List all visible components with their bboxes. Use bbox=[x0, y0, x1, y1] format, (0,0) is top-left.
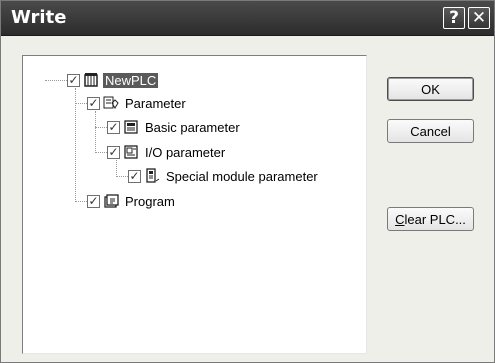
cancel-button[interactable]: Cancel bbox=[387, 119, 474, 143]
tree-item-label: Special module parameter bbox=[166, 168, 318, 184]
clear-plc-mnemonic: C bbox=[395, 211, 405, 227]
tree-connector bbox=[75, 201, 87, 202]
clear-plc-label: lear PLC... bbox=[404, 211, 466, 227]
write-dialog: Write ? ✕ ✓ NewPLC ✓ Parameter ✓ Basic p… bbox=[0, 0, 495, 363]
tree-connector bbox=[75, 103, 87, 104]
title-bar[interactable]: Write ? ✕ bbox=[1, 1, 494, 36]
tree-item-label: Basic parameter bbox=[145, 119, 240, 135]
tree-connector bbox=[45, 80, 67, 81]
tree-item-parameter[interactable]: ✓ Parameter bbox=[87, 93, 188, 113]
clear-plc-button[interactable]: Clear PLC... bbox=[387, 207, 474, 231]
tree-connector bbox=[75, 88, 76, 202]
parameter-checkbox[interactable]: ✓ bbox=[87, 96, 100, 110]
tree-item-label: Program bbox=[125, 193, 175, 209]
tree-item-program[interactable]: ✓ Program bbox=[87, 191, 177, 211]
tree-item-basic-parameter[interactable]: ✓ Basic parameter bbox=[107, 117, 242, 137]
tree-item-label: Parameter bbox=[125, 95, 186, 111]
tree-connector bbox=[116, 160, 117, 177]
plc-icon bbox=[83, 72, 99, 88]
basic-parameter-checkbox[interactable]: ✓ bbox=[107, 120, 120, 134]
tree-item-label: NewPLC bbox=[103, 72, 159, 88]
io-parameter-checkbox[interactable]: ✓ bbox=[107, 145, 120, 159]
help-button[interactable]: ? bbox=[443, 7, 465, 29]
close-button[interactable]: ✕ bbox=[468, 7, 490, 29]
tree-connector bbox=[95, 111, 96, 153]
tree-connector bbox=[95, 127, 107, 128]
parameter-icon bbox=[103, 95, 119, 111]
target-tree[interactable]: ✓ NewPLC ✓ Parameter ✓ Basic parameter ✓ bbox=[22, 55, 367, 354]
basic-parameter-icon bbox=[123, 119, 139, 135]
special-module-parameter-checkbox[interactable]: ✓ bbox=[128, 169, 141, 183]
tree-connector bbox=[95, 152, 107, 153]
ok-button[interactable]: OK bbox=[387, 77, 474, 101]
help-icon: ? bbox=[449, 8, 459, 28]
tree-item-io-parameter[interactable]: ✓ I/O parameter bbox=[107, 142, 227, 162]
newplc-checkbox[interactable]: ✓ bbox=[67, 73, 80, 87]
io-parameter-icon bbox=[123, 144, 139, 160]
program-icon bbox=[103, 193, 119, 209]
tree-connector bbox=[116, 176, 128, 177]
tree-item-newplc[interactable]: ✓ NewPLC bbox=[67, 70, 159, 90]
program-checkbox[interactable]: ✓ bbox=[87, 194, 100, 208]
tree-item-special-module-parameter[interactable]: ✓ Special module parameter bbox=[128, 166, 320, 186]
tree-item-label: I/O parameter bbox=[145, 144, 226, 160]
special-module-icon bbox=[144, 168, 160, 184]
window-title: Write bbox=[11, 7, 67, 28]
close-icon: ✕ bbox=[471, 8, 487, 28]
